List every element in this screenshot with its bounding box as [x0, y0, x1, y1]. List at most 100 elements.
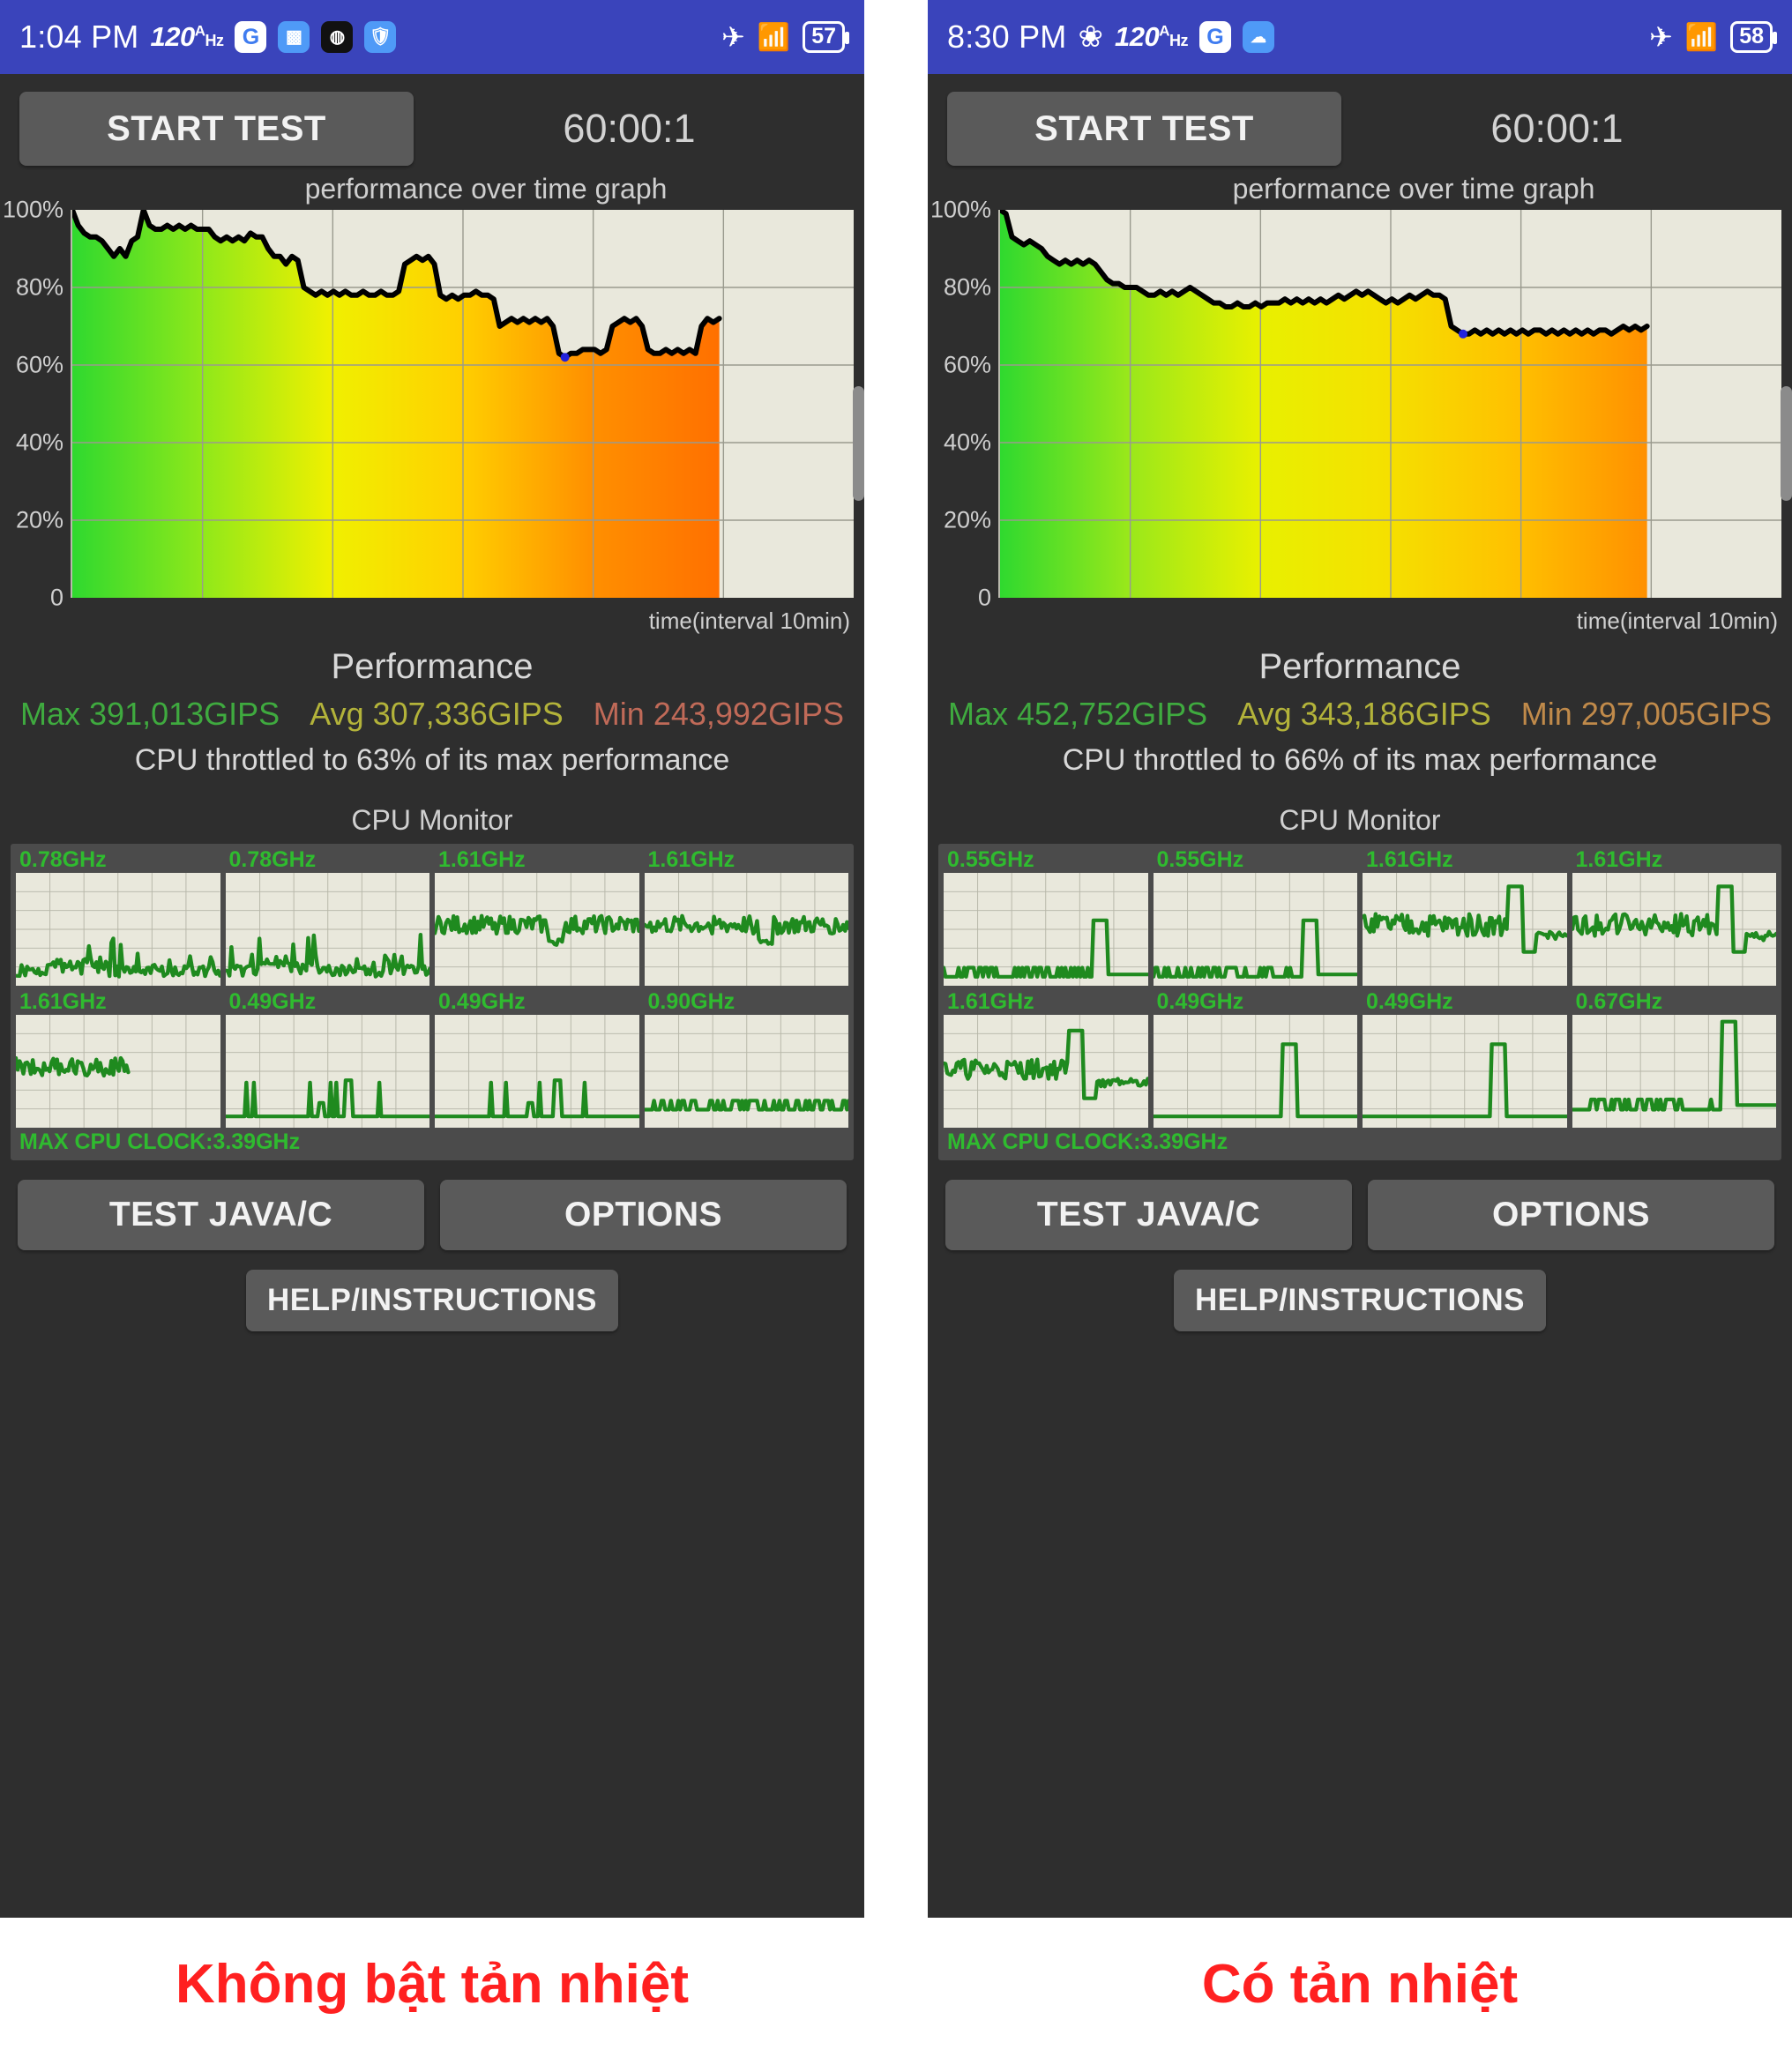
cpu-core: 1.61GHz	[16, 989, 220, 1128]
y-tick: 100%	[930, 196, 991, 223]
graph-title: performance over time graph	[1232, 173, 1595, 205]
y-tick: 60%	[15, 351, 63, 378]
cpu-core-chart	[16, 872, 220, 986]
cpu-core-freq: 0.78GHz	[228, 847, 317, 872]
performance-graph-section-left: performance over time graph 100% 80% 60%…	[0, 173, 864, 634]
scroll-indicator[interactable]	[1781, 386, 1792, 501]
cpu-core-freq: 1.61GHz	[947, 988, 1034, 1014]
avg-stat: Avg 307,336GIPS	[310, 696, 564, 732]
options-button[interactable]: OPTIONS	[1368, 1179, 1774, 1250]
y-tick: 20%	[943, 506, 991, 533]
y-tick: 100%	[2, 196, 63, 223]
cpu-core-grid-row1: 0.78GHz 0.78GHz 1.61GHz 1.61GHz	[16, 847, 848, 986]
cpu-core: 0.55GHz	[944, 847, 1148, 986]
max-cpu-clock-label: MAX CPU CLOCK:3.39GHz	[947, 1129, 1228, 1154]
max-stat: Max 452,752GIPS	[948, 696, 1208, 732]
status-bar-left-group: 1:04 PM 120AHz G ▩ ◍ 🛡	[19, 19, 397, 56]
cpu-monitor-heading: CPU Monitor	[351, 804, 513, 836]
cpu-core-freq: 0.49GHz	[228, 988, 317, 1014]
cpu-core-chart	[944, 872, 1148, 986]
cpu-core-freq: 0.67GHz	[1575, 988, 1663, 1014]
y-axis-labels: 100% 80% 60% 40% 20% 0	[928, 197, 995, 611]
min-stat: Min 297,005GIPS	[1520, 696, 1772, 732]
cpu-core: 0.67GHz	[1572, 988, 1776, 1128]
cpu-core-chart	[435, 1014, 639, 1128]
top-controls-right: START TEST 60:00:1	[928, 74, 1792, 173]
start-test-button[interactable]: START TEST	[19, 92, 414, 166]
cpu-core-chart	[225, 1014, 429, 1128]
phone-screenshot-right: 8:30 PM ❀ 120AHz G ☁ ✈ 📶 58 START TEST 6…	[928, 0, 1792, 1918]
wifi-icon: 📶	[1684, 22, 1719, 52]
wifi-icon: 📶	[757, 22, 791, 52]
top-controls-left: START TEST 60:00:1	[0, 74, 864, 173]
y-tick: 0	[977, 584, 991, 611]
test-java-c-button[interactable]: TEST JAVA/C	[18, 1179, 424, 1250]
cpu-monitor-panel: 0.78GHz 0.78GHz 1.61GHz 1.61GHz 1.61GHz …	[11, 844, 854, 1160]
max-cpu-clock-label: MAX CPU CLOCK:3.39GHz	[19, 1129, 301, 1154]
cpu-core-chart	[1572, 872, 1776, 986]
y-tick: 60%	[943, 351, 991, 378]
cpu-core: 0.49GHz	[225, 988, 429, 1128]
min-stat: Min 243,992GIPS	[593, 696, 844, 732]
graph-title: performance over time graph	[304, 173, 668, 205]
cpu-core: 1.61GHz	[644, 847, 848, 986]
cpu-core-freq: 0.49GHz	[1156, 988, 1244, 1014]
cpu-core-chart	[944, 1014, 1148, 1128]
plot-area	[70, 207, 854, 598]
performance-heading: Performance	[331, 647, 534, 686]
cpu-core: 1.61GHz	[944, 989, 1148, 1128]
battery-indicator: 57	[803, 21, 849, 53]
cpu-core-chart	[1572, 1014, 1776, 1128]
performance-line-chart	[70, 207, 854, 598]
y-tick: 80%	[943, 273, 991, 301]
test-java-c-button[interactable]: TEST JAVA/C	[945, 1179, 1352, 1250]
battery-indicator: 58	[1730, 21, 1777, 53]
fan-icon: ❀	[1078, 20, 1103, 54]
y-tick: 20%	[15, 506, 63, 533]
cpu-core-chart	[1153, 872, 1357, 986]
help-instructions-button[interactable]: HELP/INSTRUCTIONS	[1173, 1269, 1547, 1331]
cpu-core: 0.90GHz	[644, 988, 848, 1128]
cpu-core-chart	[1363, 872, 1567, 986]
performance-chart-left: 100% 80% 60% 40% 20% 0 time(interval 10m…	[3, 197, 864, 634]
action-button-row-right: TEST JAVA/C OPTIONS	[928, 1160, 1792, 1250]
cpu-core-chart	[435, 872, 639, 986]
help-button-row-left: HELP/INSTRUCTIONS	[0, 1250, 864, 1331]
cpu-core-freq: 0.55GHz	[947, 847, 1034, 872]
cpu-core-chart	[1363, 1014, 1567, 1128]
status-clock: 8:30 PM	[947, 19, 1067, 55]
scroll-indicator[interactable]	[853, 386, 864, 501]
cpu-core-freq: 0.78GHz	[19, 847, 107, 872]
throttle-message: CPU throttled to 63% of its max performa…	[134, 743, 730, 777]
cpu-core-freq: 0.49GHz	[1366, 988, 1453, 1014]
cpu-core-chart	[1153, 1014, 1357, 1128]
performance-graph-section-right: performance over time graph 100% 80% 60%…	[928, 173, 1792, 634]
help-instructions-button[interactable]: HELP/INSTRUCTIONS	[245, 1269, 619, 1331]
caption-left: Không bật tản nhiệt	[175, 1954, 690, 2015]
cpu-core: 1.61GHz	[435, 847, 639, 986]
airplane-mode-icon: ✈	[1649, 21, 1673, 53]
status-clock: 1:04 PM	[19, 19, 139, 55]
cpu-core: 0.55GHz	[1153, 847, 1357, 986]
cpu-core-chart	[644, 872, 848, 986]
options-button[interactable]: OPTIONS	[440, 1179, 847, 1250]
cpu-core-grid-row2: 1.61GHz 0.49GHz 0.49GHz 0.90GHz	[16, 989, 848, 1128]
cpu-core-freq: 0.90GHz	[647, 988, 735, 1014]
start-test-button[interactable]: START TEST	[947, 92, 1341, 166]
shield-icon: 🛡	[364, 21, 397, 53]
test-timer: 60:00:1	[1490, 106, 1624, 151]
performance-stats-row: Max 452,752GIPS Avg 343,186GIPS Min 297,…	[928, 696, 1792, 733]
cpu-core-chart	[644, 1014, 848, 1128]
y-tick: 0	[49, 584, 63, 611]
plot-area	[997, 207, 1781, 598]
performance-chart-right: 100% 80% 60% 40% 20% 0 time(interval 10m…	[930, 197, 1792, 634]
status-bar-right-group: ✈ 📶 57	[721, 20, 849, 54]
test-timer: 60:00:1	[563, 106, 696, 151]
throttle-message: CPU throttled to 66% of its max performa…	[1062, 743, 1658, 777]
g-icon: G	[235, 21, 267, 53]
cpu-core-freq: 1.61GHz	[647, 847, 735, 872]
x-axis-label: time(interval 10min)	[648, 607, 850, 634]
y-tick: 40%	[943, 429, 991, 456]
performance-stats-row: Max 391,013GIPS Avg 307,336GIPS Min 243,…	[0, 696, 864, 733]
caption-right: Có tản nhiệt	[1201, 1954, 1519, 2015]
